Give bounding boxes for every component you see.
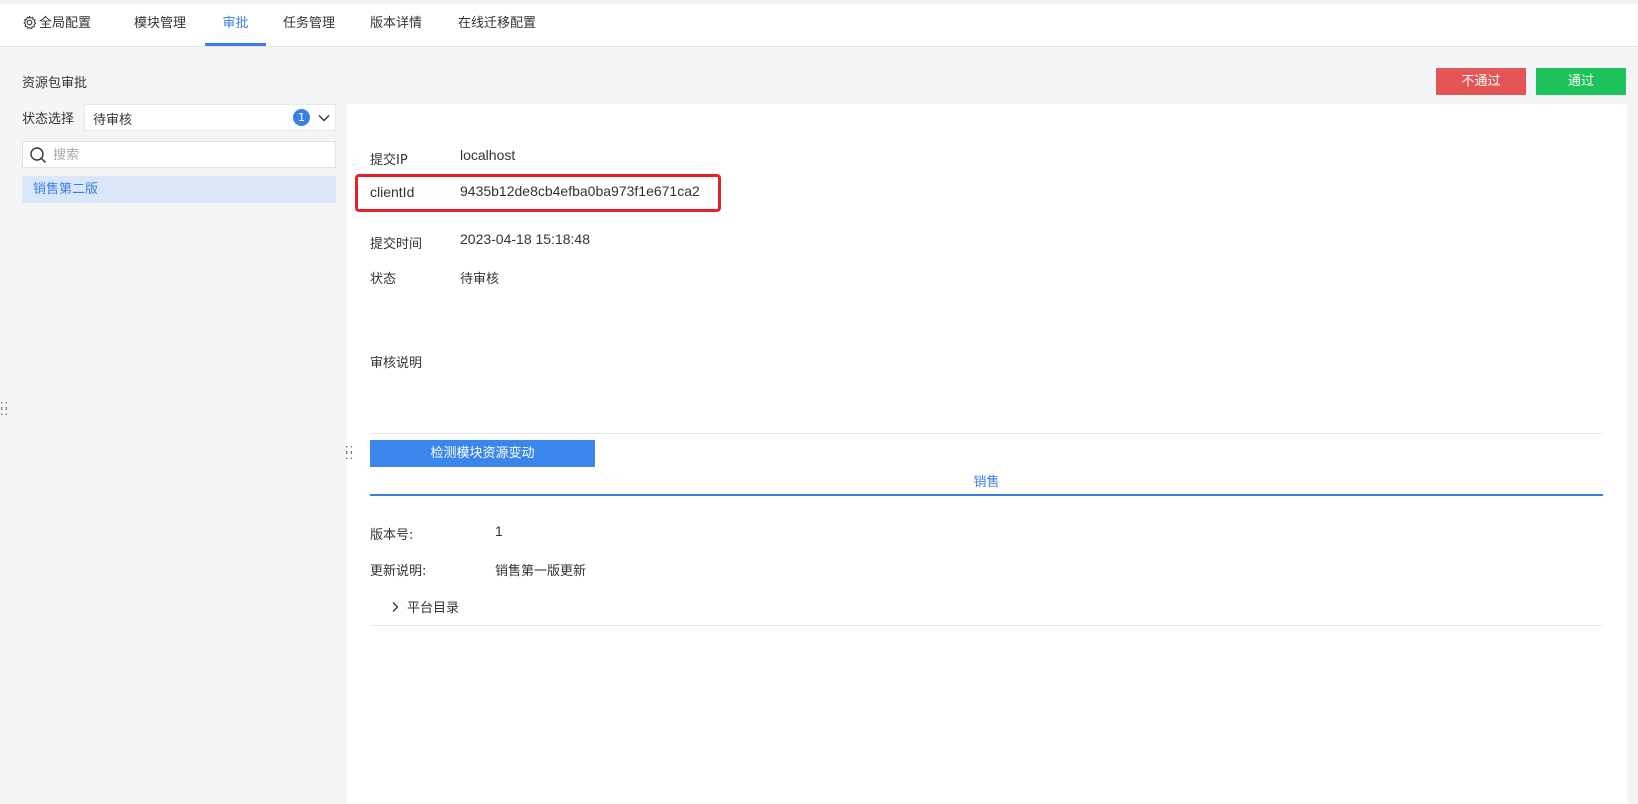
review-note-label: 审核说明 xyxy=(370,356,423,371)
count-badge: 1 xyxy=(293,109,310,126)
version-value: 1 xyxy=(495,523,503,539)
state-label: 状态 xyxy=(370,272,397,287)
sidebar-resize-handle[interactable]: ⁚⁚ ⁚⁚ xyxy=(0,401,9,417)
client-id-value: 9435b12de8cb4efba0ba973f1e671ca2 xyxy=(460,183,700,199)
panel-resize-handle[interactable]: ⁚⁚ ⁚⁚ xyxy=(345,445,354,461)
status-filter-label: 状态选择 xyxy=(22,112,75,127)
status-select-value: 待审核 xyxy=(93,113,133,128)
divider xyxy=(370,433,1603,434)
update-note-value: 销售第一版更新 xyxy=(495,564,587,579)
tab-label: 全局配置 xyxy=(39,16,92,31)
detail-panel: 提交IP localhost clientId 9435b12de8cb4efb… xyxy=(345,104,1627,804)
tree-item-label: 平台目录 xyxy=(407,601,460,616)
search-icon xyxy=(30,147,47,164)
search-box xyxy=(22,141,336,168)
tab-version-details[interactable]: 版本详情 xyxy=(370,4,422,46)
chevron-right-icon xyxy=(392,602,399,612)
ip-label: 提交IP xyxy=(370,153,408,168)
tab-global-config[interactable]: 全局配置 xyxy=(22,4,91,46)
tab-task-management[interactable]: 任务管理 xyxy=(283,4,335,46)
tab-module-management[interactable]: 模块管理 xyxy=(134,4,186,46)
gear-icon xyxy=(23,15,37,30)
divider xyxy=(370,625,1603,626)
tab-approval[interactable]: 审批 xyxy=(205,4,266,46)
top-nav: 全局配置 模块管理 审批 任务管理 版本详情 在线迁移配置 xyxy=(0,0,1638,47)
update-note-label: 更新说明: xyxy=(370,564,427,579)
ip-value: localhost xyxy=(460,147,516,163)
submit-time-label: 提交时间 xyxy=(370,237,423,252)
client-id-label: clientId xyxy=(370,184,415,200)
submit-time-value: 2023-04-18 15:18:48 xyxy=(460,231,590,247)
section-title: 资源包审批 xyxy=(22,76,88,91)
version-label: 版本号: xyxy=(370,528,414,543)
reject-button[interactable]: 不通过 xyxy=(1436,68,1526,95)
detect-module-changes-button[interactable]: 检测模块资源变动 xyxy=(370,440,595,467)
status-select[interactable]: 待审核 1 xyxy=(84,104,336,131)
tab-sales-module[interactable]: 销售 xyxy=(370,470,1603,496)
state-value: 待审核 xyxy=(460,272,500,287)
tab-online-migration-config[interactable]: 在线迁移配置 xyxy=(458,4,536,46)
tree-item-platform-directory[interactable]: 平台目录 xyxy=(389,599,459,619)
search-input[interactable] xyxy=(53,145,323,165)
list-item[interactable]: 销售第二版 xyxy=(22,176,336,203)
pass-button[interactable]: 通过 xyxy=(1536,68,1626,95)
chevron-down-icon xyxy=(318,115,330,122)
